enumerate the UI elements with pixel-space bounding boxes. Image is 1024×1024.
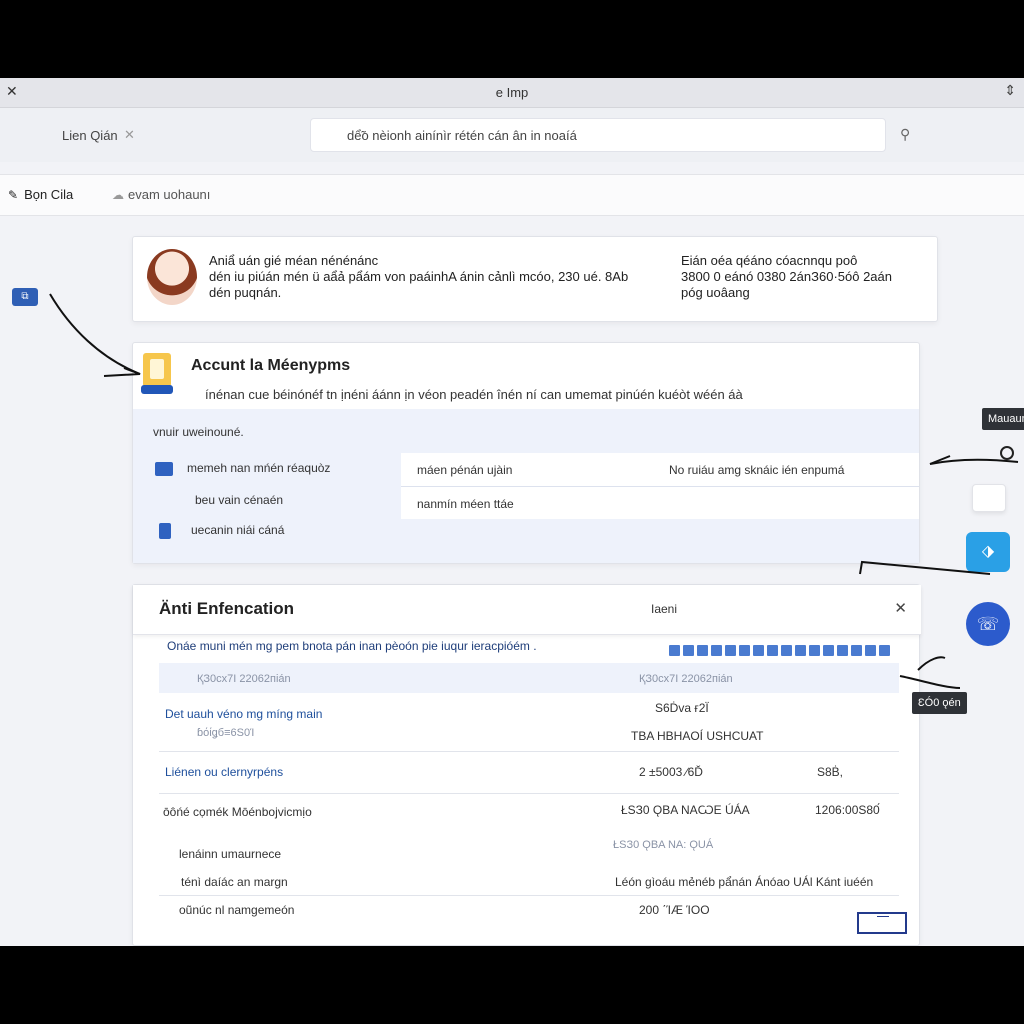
share-icon[interactable]: ⬗ <box>966 532 1010 572</box>
divider <box>159 793 899 794</box>
panel-label: vnuir uweinouné. <box>153 425 244 439</box>
anti-row-left[interactable]: Liénen ou clernyrpéns <box>165 765 283 779</box>
toolbar: Lien Qián ✕ ⚲ <box>0 108 1024 162</box>
anti-row-left[interactable]: ōôńé cọmék Mōénbojvicmịo <box>163 805 312 819</box>
detail-cell: No ruiáu amg sknáic ién enpumá <box>669 463 845 477</box>
anti-card: Änti Enfencation Iaeni ✕ Onáe muni mén m… <box>132 584 921 946</box>
summary-line: 3800 0 eánó 0380 2ánЗ60·5óô 2aán <box>681 269 892 284</box>
close-icon[interactable]: ✕ <box>894 599 907 617</box>
window-title: e Imp <box>495 85 529 100</box>
app-window: ✕ e Imp ⇕ Lien Qián ✕ ⚲ ✎ Bọn Cila ☁ evam … <box>0 78 1024 946</box>
anti-row-left: ҚЗ0сх7І 22062піán <box>197 673 291 685</box>
account-card: Accunt la Méenypms ínénan cue béinónéf t… <box>132 342 920 564</box>
edit-icon: ✎ <box>8 188 19 202</box>
account-row-label: uecanin niái cáná <box>191 523 285 538</box>
anti-row-left: ɓόίǥб≡6Ѕ0Ί <box>197 727 255 739</box>
detail-cell: máen pénán ujàin <box>417 463 513 477</box>
tab-label[interactable]: Lien Qián <box>62 128 118 143</box>
account-panel: vnuir uweinouné. memeh nan mńén réaquòz … <box>133 409 919 563</box>
tooltip: Mauaun <box>982 408 1024 430</box>
nav-item-sub[interactable]: ☁ evam uohaunı <box>112 187 210 202</box>
anti-description: Onáe muni mén mg pem bnota pán inan pèoó… <box>167 639 537 653</box>
window-icon[interactable]: ⧉ <box>12 288 38 306</box>
account-details: máen pénán ujàin No ruiáu amg sknáic ién… <box>401 453 919 519</box>
profile-text: Aniẩ uán gié méan nénénánc dén iu piúán … <box>209 253 659 301</box>
profile-line: dén iu piúán mén ü aẩả pẩám von paáinhA … <box>209 269 629 284</box>
anti-row-right: TBA HBHAOÍ USHCUAT <box>631 729 764 743</box>
nav-bar: ✎ Bọn Cila ☁ evam uohaunı <box>0 174 1024 216</box>
profile-line: Aniẩ uán gié méan nénénánc <box>209 253 379 268</box>
anti-row-far: 1206:00Ѕ80́ <box>815 803 880 817</box>
summary-line: Eián oéa qéáno cóacnnqu poô <box>681 253 858 268</box>
anti-row-right: ҚЗ0сх7І 22062піán <box>639 673 733 685</box>
anti-title: Änti Enfencation <box>159 599 295 618</box>
tooltip: ƐÓ0 ǫén <box>912 692 967 714</box>
divider <box>159 751 899 752</box>
nav-main-label: Bọn Cila <box>24 187 74 202</box>
anti-header: Änti Enfencation Iaeni ✕ <box>133 585 921 635</box>
resize-icon[interactable]: ⇕ <box>1004 82 1016 99</box>
profile-summary: Eián oéa qéáno cóacnnqu poô 3800 0 eánó … <box>681 253 911 301</box>
avatar <box>147 249 197 305</box>
anti-row-right: S6Ḋva ғ2Ї <box>655 701 709 715</box>
divider <box>159 895 899 896</box>
card-icon <box>155 461 173 476</box>
anti-header-label: Iaeni <box>651 602 678 616</box>
nav-item-main[interactable]: ✎ Bọn Cila <box>8 187 73 202</box>
account-row[interactable]: memeh nan mńén réaquòz <box>155 461 330 476</box>
title-bar: ✕ e Imp ⇕ <box>0 78 1024 108</box>
footer-button[interactable] <box>857 912 907 934</box>
floating-card[interactable] <box>972 484 1006 512</box>
anti-row-right: Léón gìoáu mẻnéb pẩnán Ánóao UÁl Kánt iu… <box>615 875 874 889</box>
anti-row-left: ténì daíác an margn <box>181 875 288 889</box>
anti-row-right: 200 ΄ΊӔ ΊΟΟ <box>639 903 710 917</box>
detail-cell: nanmín méen ttáe <box>417 497 514 511</box>
document-icon <box>141 353 173 395</box>
search-box <box>310 118 886 152</box>
search-input[interactable] <box>311 119 885 151</box>
support-icon[interactable]: ☏ <box>966 602 1010 646</box>
account-row-label: beu vain cénaén <box>195 493 284 507</box>
anti-row-right: ŁSЗ0 ǪBA NAѠE ÚÁA <box>621 803 750 817</box>
profile-line: dén puqnán. <box>209 285 282 300</box>
account-description: ínénan cue béinónéf tn ịnéni áánn ịn véo… <box>205 387 743 402</box>
tab-close-icon[interactable]: ✕ <box>124 127 135 143</box>
profile-card: Aniẩ uán gié méan nénénánc dén iu piúán … <box>132 236 938 322</box>
search-icon[interactable]: ⚲ <box>900 126 910 143</box>
account-row[interactable]: beu vain cénaén <box>195 493 283 507</box>
anti-row-right: 2 ±5003 ∕6Ď <box>639 765 703 779</box>
cloud-icon: ☁ <box>112 188 124 202</box>
account-row-label: memeh nan mńén réaquòz <box>187 461 331 475</box>
progress-dots <box>669 643 893 661</box>
anti-row-right: ŁSЗ0 ǪBA NA: ǪUÁ <box>613 839 714 851</box>
info-icon <box>159 523 171 539</box>
clock-icon[interactable] <box>1000 446 1014 460</box>
account-row[interactable]: uecanin niái cáná <box>159 523 284 539</box>
anti-row-left[interactable]: Det uauh véno mg míng main <box>165 707 322 721</box>
nav-sub-label: evam uohaunı <box>128 187 211 202</box>
account-title: Accunt la Méenypms <box>191 357 351 374</box>
summary-line: póg uoâang <box>681 285 750 300</box>
divider <box>401 486 919 487</box>
anti-row-far: S8Ḃ, <box>817 765 844 779</box>
anti-row-left: oũnúc nl namgemeón <box>179 903 295 917</box>
anti-row-left: lenáinn umaurnece <box>179 847 282 861</box>
